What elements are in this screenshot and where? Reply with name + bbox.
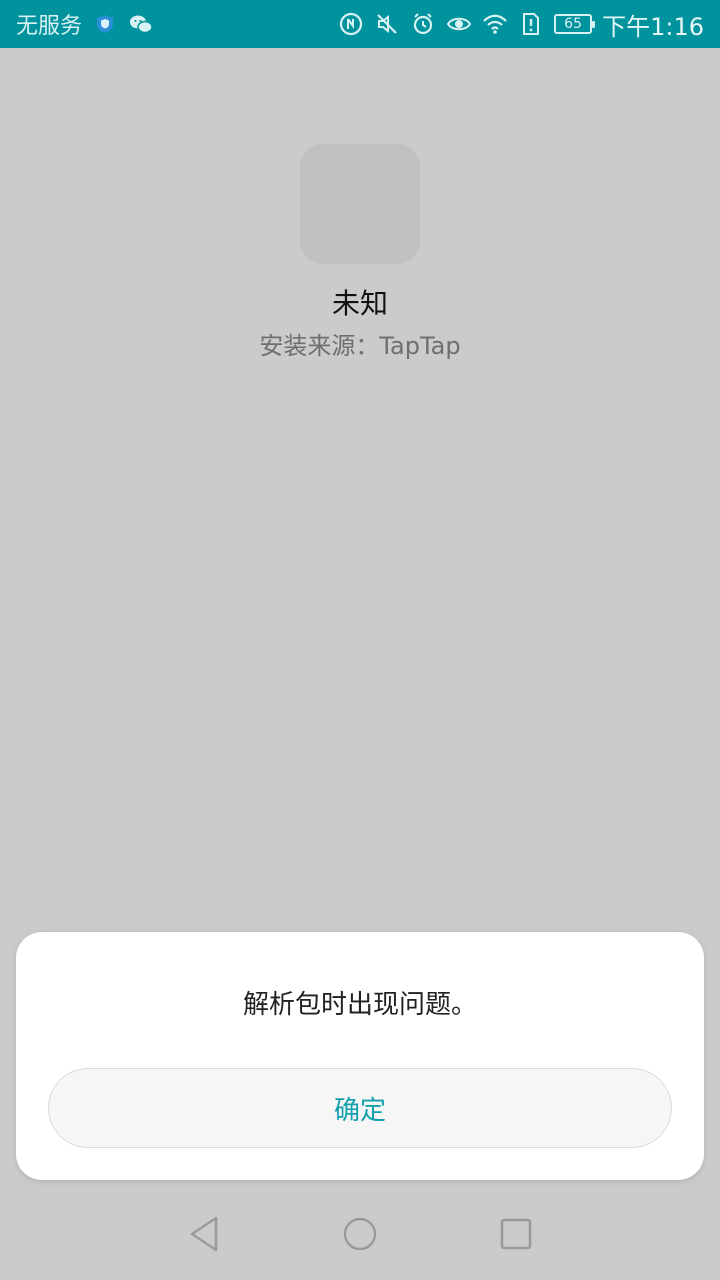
status-bar-right: 65 下午1:16 xyxy=(338,7,704,42)
wechat-icon xyxy=(128,11,154,37)
error-dialog: 解析包时出现问题。 确定 xyxy=(16,932,704,1180)
battery-icon: 65 xyxy=(554,14,596,34)
install-source: 安装来源：TapTap xyxy=(259,332,461,360)
home-icon[interactable] xyxy=(337,1211,383,1257)
status-bar-left: 无服务 xyxy=(16,8,154,40)
dialog-message: 解析包时出现问题。 xyxy=(242,990,477,1020)
navigation-bar xyxy=(0,1188,720,1280)
eye-icon xyxy=(446,11,472,37)
carrier-label: 无服务 xyxy=(16,14,83,39)
status-bar: 无服务 65 下午1:16 xyxy=(0,0,720,48)
shield-icon xyxy=(92,11,118,37)
sim-alert-icon xyxy=(518,11,544,37)
nfc-icon xyxy=(338,11,364,37)
recents-icon[interactable] xyxy=(493,1211,539,1257)
mute-icon xyxy=(374,11,400,37)
alarm-icon xyxy=(410,11,436,37)
clock: 下午1:16 xyxy=(602,12,704,41)
app-name: 未知 xyxy=(331,287,388,320)
wifi-icon xyxy=(482,11,508,37)
app-icon-placeholder xyxy=(300,144,420,264)
back-icon[interactable] xyxy=(181,1211,227,1257)
battery-level: 65 xyxy=(564,16,582,32)
confirm-button[interactable]: 确定 xyxy=(48,1068,672,1148)
